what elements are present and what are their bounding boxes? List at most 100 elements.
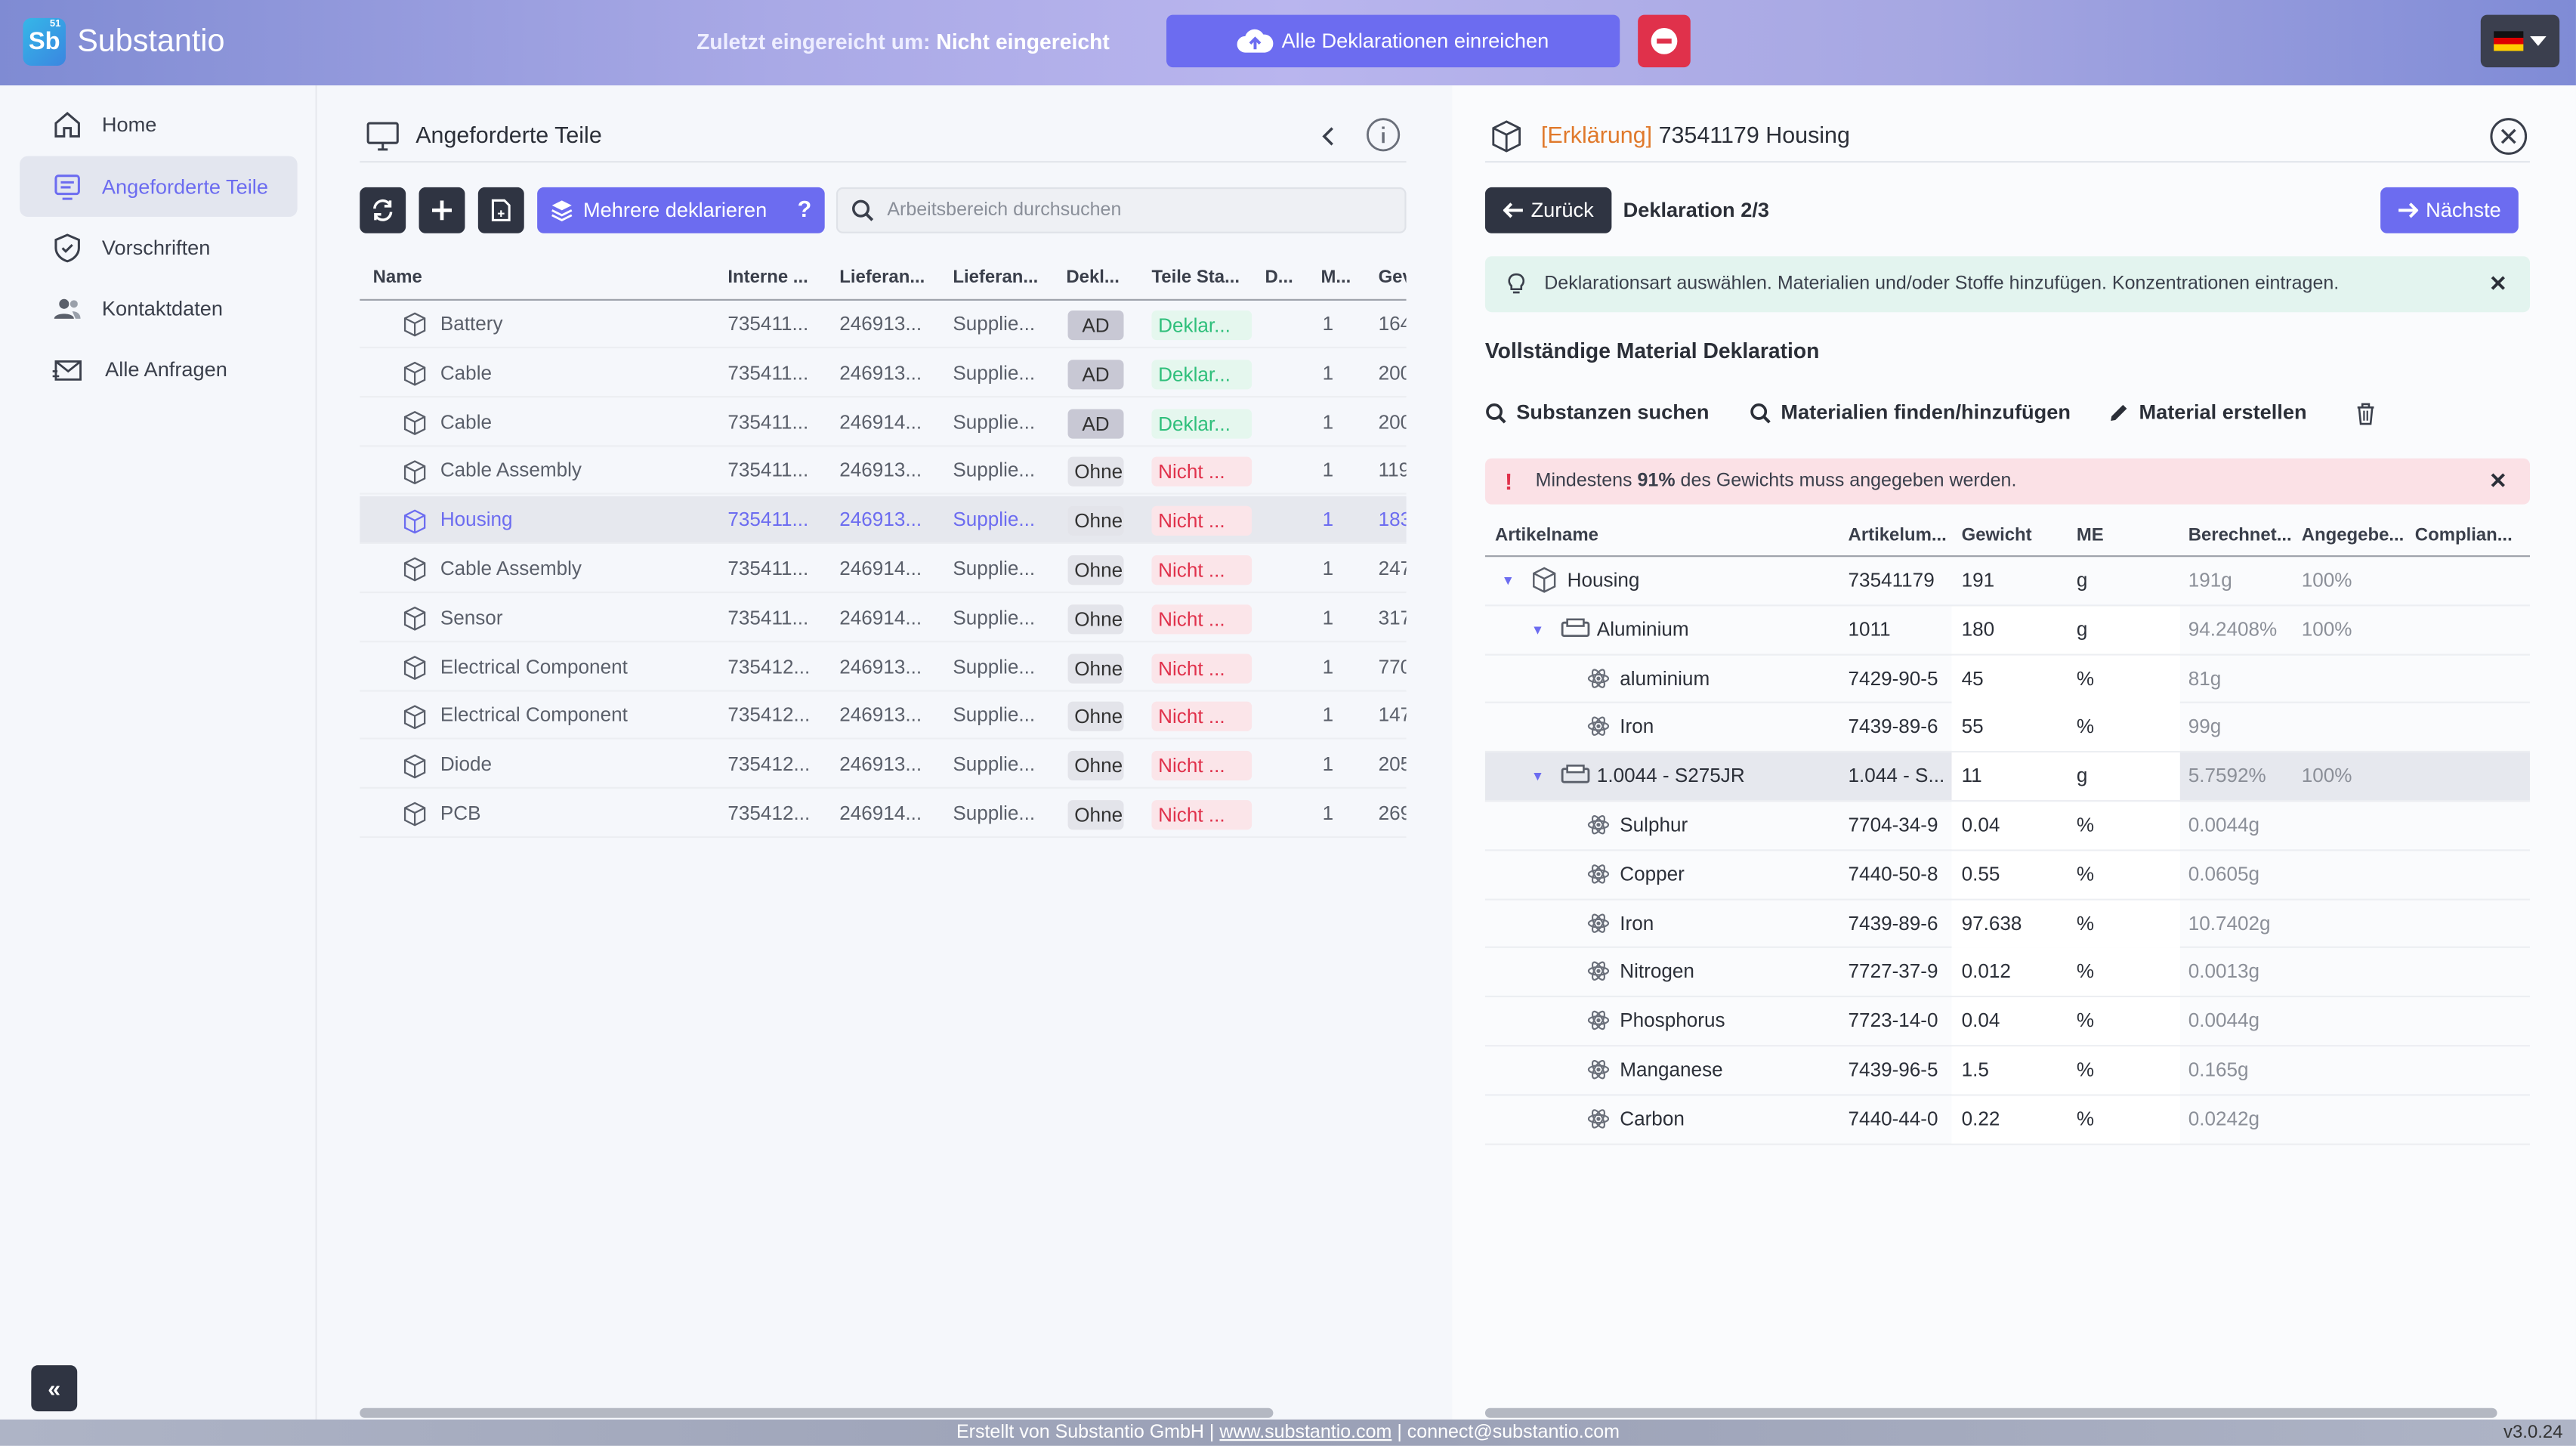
workspace-search[interactable]: Arbeitsbereich durchsuchen [836, 187, 1407, 233]
dismiss-info-icon[interactable]: ✕ [2489, 271, 2507, 298]
table-row[interactable]: Electrical Component 735412... 246913... Su… [360, 644, 1407, 691]
unit-value[interactable]: % [2077, 997, 2126, 1045]
weight-value[interactable]: 55 [1962, 704, 2060, 752]
tree-row[interactable]: Phosphorus 7723-14-0 0.04% 0.0044g [1484, 997, 2531, 1047]
table-row[interactable]: Cable Assembly 735411... 246913... Supplie.… [360, 447, 1407, 496]
unit-value[interactable]: % [2077, 655, 2126, 703]
weight-value[interactable]: 45 [1962, 655, 2060, 703]
tree-row[interactable]: aluminium 7429-90-5 45% 81g [1484, 654, 2531, 704]
tree-row[interactable]: ▼ Aluminium 1011 180 g 94.2408% 100% [1484, 606, 2531, 655]
tree-row[interactable]: Nitrogen 7727-37-9 0.012% 0.0013g [1484, 948, 2531, 998]
trash-icon[interactable] [2356, 403, 2376, 425]
sidebar-item-all-requests[interactable]: Alle Anfragen [20, 338, 298, 399]
unit-value[interactable]: g [2077, 606, 2126, 653]
unit-value[interactable]: % [2077, 1046, 2126, 1094]
table-row[interactable]: Housing 735411... 246913... Supplie... Ohne N… [360, 496, 1407, 545]
tree-row[interactable]: ▼ Housing 73541179 191 g 191g 100% [1484, 557, 2531, 607]
search-substances-button[interactable]: Substanzen suchen [1485, 401, 1710, 424]
col-header-calculated[interactable]: Berechnet... [2188, 526, 2292, 545]
search-input[interactable]: Arbeitsbereich durchsuchen [887, 200, 1121, 220]
expand-caret-icon[interactable]: ▼ [1531, 752, 1544, 800]
weight-value[interactable]: 97.638 [1962, 900, 2060, 947]
unit-value[interactable]: % [2077, 1095, 2126, 1143]
sidebar-item-home[interactable]: Home [20, 94, 298, 154]
cube-icon [403, 752, 440, 778]
tree-row[interactable]: ▼ 1.0044 - S275JR 1.044 - S... 11 g 5.7592% 10… [1484, 752, 2531, 802]
submit-all-button[interactable]: Alle Deklarationen einreichen [1166, 14, 1620, 68]
expand-caret-icon[interactable]: ▼ [1531, 606, 1544, 653]
col-header-internal[interactable]: Interne ... [727, 267, 826, 287]
declare-multiple-button[interactable]: Mehrere deklarieren ? [537, 187, 825, 233]
table-row[interactable]: Cable Assembly 735411... 246914... Supplie.… [360, 545, 1407, 594]
unit-value[interactable]: % [2077, 949, 2126, 996]
col-header-unit[interactable]: ME [2077, 526, 2104, 545]
sidebar-item-regulations[interactable]: Vorschriften [20, 217, 298, 277]
table-row[interactable]: Sensor 735411... 246914... Supplie... Ohne Ni… [360, 595, 1407, 642]
part-name: Cable Assembly [440, 557, 582, 580]
cube-icon [403, 459, 440, 484]
unit-value[interactable]: % [2077, 851, 2126, 898]
internal-number: 735411... [727, 557, 809, 580]
horizontal-scrollbar[interactable] [1484, 1407, 2497, 1418]
unit-value[interactable]: % [2077, 704, 2126, 752]
unit-value[interactable]: % [2077, 802, 2126, 849]
next-button[interactable]: Nächste [2380, 187, 2519, 233]
create-material-button[interactable]: Material erstellen [2108, 401, 2307, 424]
language-selector[interactable] [2480, 14, 2560, 68]
tree-row[interactable]: Sulphur 7704-34-9 0.04% 0.0044g [1484, 802, 2531, 851]
weight-value[interactable]: 0.22 [1962, 1095, 2060, 1143]
col-header-m[interactable]: M... [1320, 267, 1360, 287]
weight-value[interactable]: 11 [1962, 752, 2060, 800]
col-header-weight[interactable]: Gewicht [1962, 526, 2032, 545]
sidebar-item-contacts[interactable]: Kontaktdaten [20, 278, 298, 338]
back-button[interactable]: Zurück [1484, 187, 1612, 233]
tree-row[interactable]: Iron 7439-89-6 97.638% 10.7402g [1484, 899, 2531, 949]
col-header-given[interactable]: Angegebe... [2302, 526, 2405, 545]
col-header-weight[interactable]: Gev [1379, 267, 1407, 287]
weight-value[interactable]: 0.04 [1962, 997, 2060, 1045]
unit-value[interactable]: % [2077, 900, 2126, 947]
col-header-part-status[interactable]: Teile Sta... [1151, 267, 1249, 287]
sidebar-item-requested-parts[interactable]: Angeforderte Teile [20, 156, 298, 218]
table-row[interactable]: PCB 735412... 246914... Supplie... Ohne Nicht… [360, 790, 1407, 839]
horizontal-scrollbar[interactable] [360, 1407, 1274, 1418]
supplier-name: Supplie... [953, 802, 1036, 825]
expand-caret-icon[interactable]: ▼ [1502, 557, 1515, 604]
col-header-name[interactable]: Name [373, 267, 456, 287]
weight-value[interactable]: 1.5 [1962, 1046, 2060, 1094]
refresh-button[interactable] [360, 187, 406, 233]
cancel-declarations-button[interactable] [1638, 14, 1691, 68]
logo-icon[interactable]: Sb 51 [23, 17, 66, 66]
col-header-supplier-name[interactable]: Lieferan... [953, 267, 1051, 287]
col-header-d[interactable]: D... [1265, 267, 1305, 287]
collapse-sidebar-button[interactable]: « [31, 1365, 78, 1412]
info-icon[interactable] [1365, 116, 1401, 153]
weight-value[interactable]: 0.55 [1962, 851, 2060, 898]
table-row[interactable]: Cable 735411... 246914... Supplie... AD Dekla… [360, 399, 1407, 446]
tree-row[interactable]: Iron 7439-89-6 55% 99g [1484, 703, 2531, 753]
find-materials-button[interactable]: Materialien finden/hinzufügen [1750, 401, 2071, 424]
footer-website-link[interactable]: www.substantio.com [1219, 1423, 1391, 1442]
weight-value[interactable]: 0.012 [1962, 949, 2060, 996]
tree-row[interactable]: Manganese 7439-96-5 1.5% 0.165g [1484, 1046, 2531, 1096]
dismiss-error-icon[interactable]: ✕ [2489, 468, 2507, 495]
table-row[interactable]: Cable 735411... 246913... Supplie... AD Dekla… [360, 350, 1407, 397]
table-row[interactable]: Battery 735411... 246913... Supplie... AD Dek… [360, 301, 1407, 349]
col-header-article-number[interactable]: Artikelum... [1849, 526, 1947, 545]
close-icon[interactable] [2489, 116, 2528, 156]
chevron-left-icon[interactable] [1320, 126, 1337, 146]
col-header-compliance[interactable]: Complian... [2415, 526, 2513, 545]
table-row[interactable]: Electrical Component 735412... 246913... Su… [360, 692, 1407, 740]
unit-value[interactable]: g [2077, 752, 2126, 800]
weight-value[interactable]: 0.04 [1962, 802, 2060, 849]
tree-row[interactable]: Carbon 7440-44-0 0.22% 0.0242g [1484, 1095, 2531, 1145]
weight-value[interactable]: 180 [1962, 606, 2060, 653]
col-header-declaration[interactable]: Dekl... [1066, 267, 1132, 287]
add-part-button[interactable] [419, 187, 465, 233]
table-row[interactable]: Diode 735412... 246913... Supplie... Ohne Nic… [360, 741, 1407, 789]
tree-row[interactable]: Copper 7440-50-8 0.55% 0.0605g [1484, 851, 2531, 900]
export-button[interactable] [477, 187, 524, 233]
col-header-supplier-number[interactable]: Lieferan... [839, 267, 937, 287]
help-icon[interactable]: ? [798, 196, 812, 222]
col-header-article-name[interactable]: Artikelname [1495, 526, 1598, 545]
